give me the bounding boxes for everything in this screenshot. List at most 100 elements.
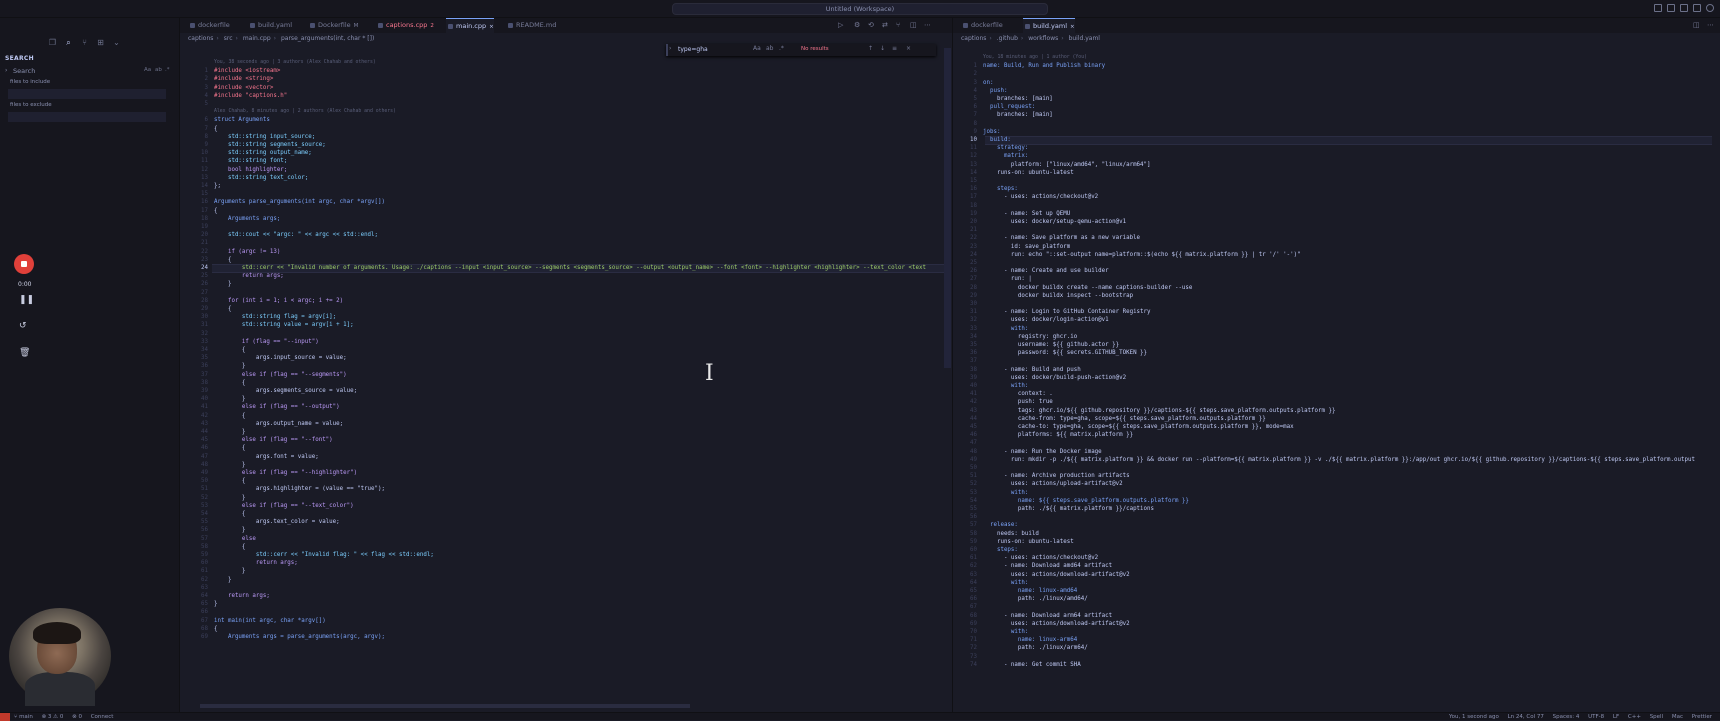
explorer-icon[interactable]: ❐	[48, 38, 57, 47]
breadcrumb: captions › src › main.cpp › parse_arguments…	[188, 35, 375, 42]
breadcrumb-item[interactable]: captions	[188, 35, 213, 42]
delete-icon[interactable]: 🗑	[19, 348, 30, 358]
breadcrumb: captions › .github › workflows › build.yaml	[961, 35, 1100, 42]
source-control-icon[interactable]: ⑂	[80, 38, 89, 47]
tab-build-yaml[interactable]: build.yaml	[248, 18, 292, 33]
breadcrumb-item[interactable]: captions	[961, 35, 986, 42]
more-icon[interactable]: ⋯	[1707, 21, 1714, 29]
line-number: 5	[204, 101, 209, 107]
toggle-secondary-sidebar-icon[interactable]	[1680, 4, 1688, 12]
restart-icon[interactable]: ↺	[19, 321, 27, 331]
blame-status[interactable]: You, 1 second ago	[1449, 714, 1499, 720]
whole-word-toggle[interactable]: ab	[766, 45, 774, 52]
tab-dockerfile[interactable]: dockerfile	[961, 18, 1003, 33]
tab-readme-md[interactable]: README.md	[506, 18, 556, 33]
title-bar: ← → Untitled (Workspace)	[0, 0, 1720, 18]
tab-build-yaml[interactable]: build.yaml ×	[1023, 18, 1075, 33]
blame-annotation[interactable]: You, 38 seconds ago | 3 authors (Alex Ch…	[214, 60, 376, 65]
arrow-up-icon[interactable]: ↑	[868, 45, 873, 52]
layout-icon[interactable]	[1693, 4, 1701, 12]
extensions-icon[interactable]: ⊞	[96, 38, 105, 47]
command-center[interactable]: Untitled (Workspace)	[672, 3, 1048, 15]
search-input[interactable]: › Search Aa ab .*	[3, 66, 173, 77]
toggle-sidebar-icon[interactable]	[1654, 4, 1662, 12]
search-panel-title: SEARCH	[5, 55, 34, 62]
tab-dockerfile-modified[interactable]: Dockerfile M	[308, 18, 358, 33]
encoding[interactable]: UTF-8	[1588, 714, 1604, 720]
tab-dockerfile[interactable]: dockerfile	[188, 18, 230, 33]
toggle-panel-icon[interactable]	[1667, 4, 1675, 12]
compare-icon[interactable]: ⇄	[882, 21, 888, 29]
run-icon[interactable]: ▷	[838, 21, 843, 29]
find-widget: › type=gha Aa ab .* No results ↑ ↓ ≡ ×	[666, 44, 936, 56]
whole-word-toggle[interactable]: ab	[155, 67, 162, 73]
breadcrumb-item[interactable]: parse_arguments(int, char * [])	[281, 35, 374, 42]
secondary-count[interactable]: ⊗ 0	[72, 714, 82, 720]
line-number: 74	[970, 661, 977, 668]
git-icon[interactable]: ⑂	[896, 21, 900, 29]
close-tab-icon[interactable]: ×	[1070, 24, 1075, 30]
indentation[interactable]: Spaces: 4	[1553, 714, 1580, 720]
keymap-status[interactable]: Mac	[1672, 714, 1683, 720]
files-exclude-label: files to exclude	[10, 102, 52, 108]
end-of-line[interactable]: LF	[1613, 714, 1619, 720]
webcam-overlay	[9, 608, 111, 706]
files-include-field[interactable]	[8, 89, 166, 99]
more-icon[interactable]: ⋯	[924, 21, 931, 29]
tab-captions-cpp[interactable]: captions.cpp 2	[376, 18, 434, 33]
stop-recording-button[interactable]	[14, 254, 34, 274]
webcam-person-hair	[33, 622, 81, 644]
editor-main-cpp: dockerfile build.yaml Dockerfile M captio…	[180, 18, 952, 712]
regex-toggle[interactable]: .*	[165, 67, 170, 73]
breadcrumb-item[interactable]: build.yaml	[1069, 35, 1100, 42]
language-mode[interactable]: C++	[1628, 714, 1641, 720]
split-editor-icon[interactable]: ◫	[910, 21, 917, 29]
pause-icon[interactable]: ❚❚	[19, 295, 34, 305]
regex-toggle[interactable]: .*	[779, 45, 784, 52]
branch-name[interactable]: main	[19, 714, 33, 720]
gear-icon[interactable]: ⚙	[854, 21, 860, 29]
chevron-right-icon[interactable]: ›	[5, 67, 7, 74]
horizontal-scrollbar[interactable]	[200, 704, 690, 708]
screen-recorder: 0:00 ❚❚ ↺ 🗑	[10, 245, 42, 370]
search-input-placeholder: Search	[13, 67, 36, 75]
code-line[interactable]: 74 - name: Get commit SHA	[953, 661, 1720, 670]
split-editor-icon[interactable]: ◫	[1693, 21, 1700, 29]
tab-main-cpp[interactable]: main.cpp ×	[446, 18, 494, 33]
blame-annotation[interactable]: Alex Chahab, 8 minutes ago | 2 authors (…	[214, 109, 396, 114]
code-line[interactable]: 5	[180, 100, 952, 109]
close-icon[interactable]: ×	[906, 45, 911, 52]
line-number: 69	[201, 634, 208, 640]
files-include-label: files to include	[10, 79, 51, 85]
breadcrumb-item[interactable]: src	[224, 35, 233, 42]
search-icon[interactable]: ⌕	[64, 38, 73, 47]
breadcrumb-item[interactable]: workflows	[1028, 35, 1058, 42]
find-input[interactable]: type=gha	[678, 46, 708, 53]
account-icon[interactable]	[1706, 4, 1714, 12]
code-line[interactable]: 69 Arguments args = parse_arguments(argc…	[180, 633, 952, 642]
chevron-down-icon[interactable]: ⌄	[112, 38, 121, 47]
prettier-status[interactable]: Prettier	[1692, 714, 1712, 720]
arrow-down-icon[interactable]: ↓	[880, 45, 885, 52]
vertical-scrollbar[interactable]	[944, 48, 951, 368]
chevron-right-icon[interactable]: ›	[669, 45, 671, 52]
close-tab-icon[interactable]: ×	[489, 24, 494, 30]
breadcrumb-item[interactable]: .github	[997, 35, 1018, 42]
code-text: - name: Get commit SHA	[983, 661, 1081, 668]
editor-build-yaml: dockerfile build.yaml × ◫ ⋯ captions › .gi…	[952, 18, 1720, 712]
cursor-position[interactable]: Ln 24, Col 77	[1508, 714, 1544, 720]
history-icon[interactable]: ⟲	[868, 21, 874, 29]
editor-tabs: dockerfile build.yaml × ◫ ⋯	[953, 18, 1720, 33]
match-case-toggle[interactable]: Aa	[753, 45, 761, 52]
files-exclude-field[interactable]	[8, 112, 166, 122]
blame-annotation[interactable]: You, 18 minutes ago | 1 author (You)	[983, 55, 1087, 60]
spell-status[interactable]: Spell	[1650, 714, 1663, 720]
find-in-selection-icon[interactable]: ≡	[892, 45, 897, 52]
breadcrumb-item[interactable]: main.cpp	[243, 35, 271, 42]
connect-button[interactable]: Connect	[91, 714, 114, 720]
match-case-toggle[interactable]: Aa	[144, 67, 151, 73]
code-text: Arguments args = parse_arguments(argc, a…	[214, 634, 386, 640]
problems-count[interactable]: ⊗ 3 ⚠ 0	[42, 714, 64, 720]
webcam-person-body	[25, 672, 95, 706]
sidebar-toolbar: ❐ ⌕ ⑂ ⊞ ⌄	[48, 38, 138, 50]
